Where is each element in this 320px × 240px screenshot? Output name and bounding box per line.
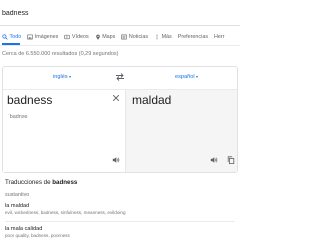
tab-label: Vídeos xyxy=(71,34,89,40)
translations-heading: Traducciones de badness xyxy=(5,179,77,186)
news-icon xyxy=(121,34,128,40)
translation-entry: la maldad evil, wickedness, badness, sin… xyxy=(0,203,240,223)
image-icon xyxy=(27,34,33,40)
speaker-icon[interactable] xyxy=(210,156,218,164)
source-text[interactable]: badness xyxy=(7,93,52,107)
copy-icon[interactable] xyxy=(227,156,235,164)
translation-synonyms: poor quality, badness, poorness xyxy=(5,233,70,238)
translation-word: la maldad xyxy=(5,203,30,209)
language-selector-row: inglés español xyxy=(3,67,237,89)
tab-maps[interactable]: Maps xyxy=(95,31,116,43)
tab-imagenes[interactable]: Imágenes xyxy=(27,31,58,43)
tab-herramientas[interactable]: Herr xyxy=(214,31,224,43)
translation-word: la mala calidad xyxy=(5,226,43,232)
tab-label: Imágenes xyxy=(34,34,59,40)
tab-label: Herr xyxy=(214,34,225,40)
search-input[interactable] xyxy=(2,5,232,21)
tab-label: Noticias xyxy=(128,34,149,40)
tabs-divider xyxy=(0,45,240,46)
tab-mas[interactable]: Más xyxy=(154,31,172,43)
search-icon xyxy=(2,34,8,40)
entry-divider xyxy=(5,221,235,222)
search-tabs: Todo Imágenes Vídeos Maps Noticias Más P… xyxy=(0,30,240,44)
source-language-select[interactable]: inglés xyxy=(53,74,72,80)
translator-card: inglés español badness ˈbadnəs maldad xyxy=(2,66,238,173)
target-language-label: español xyxy=(175,74,195,80)
tab-preferencias[interactable]: Preferencias xyxy=(178,31,208,43)
translations-heading-prefix: Traducciones de xyxy=(5,179,51,186)
clear-icon[interactable] xyxy=(112,94,120,102)
translation-synonyms: evil, wickedness, badness, sinfulness, m… xyxy=(5,210,126,215)
map-pin-icon xyxy=(95,34,100,40)
swap-languages-icon[interactable] xyxy=(115,72,125,82)
speaker-icon[interactable] xyxy=(112,156,120,164)
transliteration: ˈbadnəs xyxy=(8,114,28,120)
video-icon xyxy=(64,34,71,40)
tab-label: Maps xyxy=(102,34,116,40)
source-text-pane[interactable]: badness ˈbadnəs xyxy=(3,90,125,172)
tab-noticias[interactable]: Noticias xyxy=(121,31,148,43)
tab-label: Preferencias xyxy=(177,34,209,40)
tab-videos[interactable]: Vídeos xyxy=(64,31,89,43)
tab-label: Más xyxy=(161,34,172,40)
part-of-speech: sustantivo xyxy=(5,192,30,198)
source-language-label: inglés xyxy=(53,74,68,80)
target-text: maldad xyxy=(132,93,172,107)
translations-heading-word: badness xyxy=(52,179,78,186)
translation-entry: la mala calidad poor quality, badness, p… xyxy=(0,226,240,240)
dropdown-caret-icon xyxy=(69,76,72,78)
tab-todo[interactable]: Todo xyxy=(2,31,21,43)
more-icon xyxy=(156,34,158,40)
target-text-pane: maldad xyxy=(125,90,237,172)
result-stats: Cerca de 6.550.000 resultados (0,29 segu… xyxy=(2,51,119,57)
tab-label: Todo xyxy=(9,34,22,40)
search-bar xyxy=(0,0,240,26)
target-language-select[interactable]: español xyxy=(175,74,199,80)
dropdown-caret-icon xyxy=(196,76,199,78)
